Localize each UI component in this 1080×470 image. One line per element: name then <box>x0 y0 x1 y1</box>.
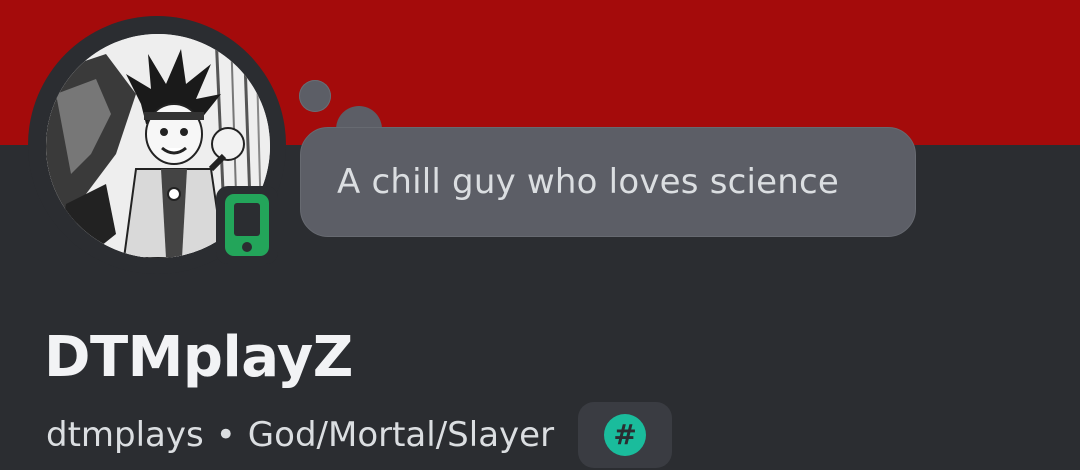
mobile-phone-icon <box>225 194 269 256</box>
display-name: DTMplayZ <box>44 325 353 390</box>
pronouns: God/Mortal/Slayer <box>247 415 555 455</box>
username-row: dtmplays • God/Mortal/Slayer # <box>46 402 673 468</box>
separator: • <box>215 415 236 455</box>
user-profile-card: A chill guy who loves science DTMplayZ d… <box>0 0 1080 470</box>
custom-status-text: A chill guy who loves science <box>337 162 840 202</box>
badge-pill[interactable]: # <box>578 402 673 468</box>
status-bubble-tail-small <box>299 80 331 112</box>
hashtag-icon: # <box>604 414 647 456</box>
username[interactable]: dtmplays <box>46 415 204 455</box>
online-status-badge <box>216 186 278 264</box>
custom-status-bubble[interactable]: A chill guy who loves science <box>300 127 916 237</box>
